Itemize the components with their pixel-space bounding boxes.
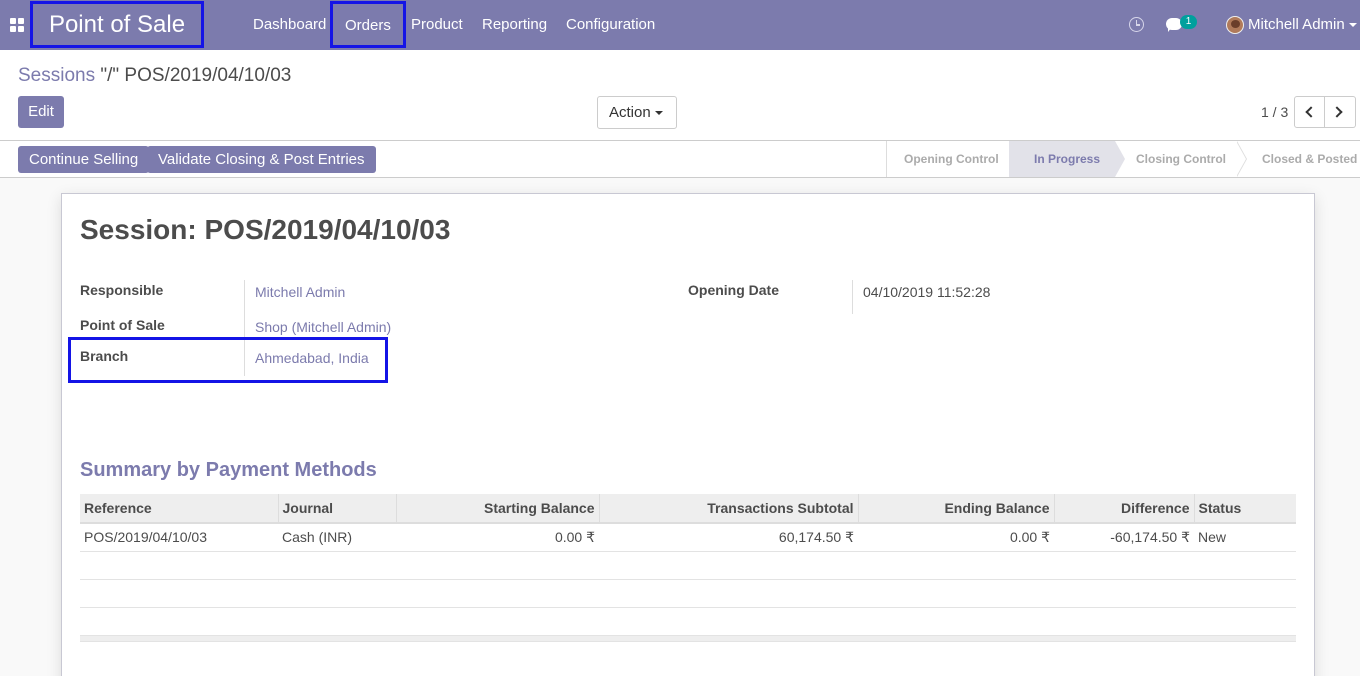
user-menu[interactable]: Mitchell Admin [1248, 0, 1345, 50]
point-of-sale-label: Point of Sale [80, 317, 165, 333]
form-sheet: Session: POS/2019/04/10/03 Responsible M… [61, 193, 1315, 676]
menu-orders[interactable]: Orders [330, 1, 406, 48]
chevron-left-icon [1305, 106, 1317, 118]
cell-starting-balance: 0.00 ₹ [396, 523, 599, 552]
breadcrumb-current: "/" POS/2019/04/10/03 [95, 65, 292, 86]
table-row[interactable]: POS/2019/04/10/03 Cash (INR) 0.00 ₹ 60,1… [80, 523, 1296, 552]
breadcrumb: Sessions "/" POS/2019/04/10/03 [18, 65, 291, 87]
column-difference[interactable]: Difference [1054, 494, 1195, 524]
chevron-down-icon [655, 111, 663, 115]
pager-value[interactable]: 1 / 3 [1261, 104, 1288, 120]
chevron-right-icon [1331, 106, 1343, 118]
stage-in-progress[interactable]: In Progress [1009, 141, 1115, 177]
user-menu-caret-icon[interactable] [1349, 23, 1357, 27]
point-of-sale-value[interactable]: Shop (Mitchell Admin) [255, 319, 391, 335]
column-reference[interactable]: Reference [80, 494, 279, 524]
control-panel: Sessions "/" POS/2019/04/10/03 Edit Acti… [0, 50, 1360, 141]
cell-transactions-subtotal: 60,174.50 ₹ [599, 523, 858, 552]
cell-difference: -60,174.50 ₹ [1054, 523, 1194, 552]
column-status[interactable]: Status [1194, 494, 1296, 524]
menu-product[interactable]: Product [411, 0, 463, 50]
app-title[interactable]: Point of Sale [30, 1, 204, 48]
opening-date-value: 04/10/2019 11:52:28 [863, 284, 991, 300]
validate-closing-button[interactable]: Validate Closing & Post Entries [147, 146, 376, 173]
status-stages: Opening Control In Progress Closing Cont… [886, 141, 1357, 177]
stage-closed-posted[interactable]: Closed & Posted [1249, 141, 1360, 177]
branch-label: Branch [80, 348, 129, 364]
stage-divider [1115, 141, 1125, 177]
edit-button[interactable]: Edit [18, 96, 64, 128]
apps-menu-icon[interactable] [10, 18, 24, 32]
menu-reporting[interactable]: Reporting [482, 0, 547, 50]
branch-value[interactable]: Ahmedabad, India [255, 350, 369, 366]
form-statusbar: Continue Selling Validate Closing & Post… [0, 141, 1360, 178]
column-ending-balance[interactable]: Ending Balance [858, 494, 1055, 524]
stage-opening-control[interactable]: Opening Control [887, 141, 1009, 177]
breadcrumb-sessions-link[interactable]: Sessions [18, 65, 95, 86]
responsible-label: Responsible [80, 282, 164, 298]
cell-reference: POS/2019/04/10/03 [80, 523, 278, 552]
payment-summary-table: Reference Journal Starting Balance Trans… [80, 494, 1296, 642]
user-avatar[interactable] [1226, 16, 1244, 34]
message-count-badge: 1 [1180, 15, 1197, 29]
activity-clock-icon[interactable] [1129, 17, 1144, 32]
menu-configuration[interactable]: Configuration [566, 0, 655, 50]
field-separator [852, 280, 853, 314]
stage-closing-control[interactable]: Closing Control [1125, 141, 1239, 177]
pager-previous-button[interactable] [1294, 96, 1325, 128]
table-header-row: Reference Journal Starting Balance Trans… [80, 494, 1296, 524]
continue-selling-button[interactable]: Continue Selling [18, 146, 150, 173]
cell-journal: Cash (INR) [278, 523, 396, 552]
cell-ending-balance: 0.00 ₹ [858, 523, 1054, 552]
summary-title: Summary by Payment Methods [80, 459, 377, 481]
empty-table-row [80, 579, 1296, 608]
column-starting-balance[interactable]: Starting Balance [396, 494, 600, 524]
top-navbar: Point of Sale Dashboard Orders Product R… [0, 0, 1360, 50]
empty-table-row [80, 607, 1296, 636]
column-journal[interactable]: Journal [278, 494, 397, 524]
menu-dashboard[interactable]: Dashboard [253, 0, 326, 50]
action-dropdown[interactable]: Action [597, 96, 677, 129]
column-transactions-subtotal[interactable]: Transactions Subtotal [599, 494, 859, 524]
pager-next-button[interactable] [1325, 96, 1356, 128]
cell-status: New [1194, 523, 1296, 552]
stage-divider [1236, 141, 1246, 177]
empty-table-row [80, 551, 1296, 580]
responsible-value[interactable]: Mitchell Admin [255, 284, 345, 300]
table-footer-row [80, 634, 1296, 642]
session-title: Session: POS/2019/04/10/03 [80, 214, 451, 245]
action-label: Action [609, 104, 651, 121]
opening-date-label: Opening Date [688, 282, 780, 298]
